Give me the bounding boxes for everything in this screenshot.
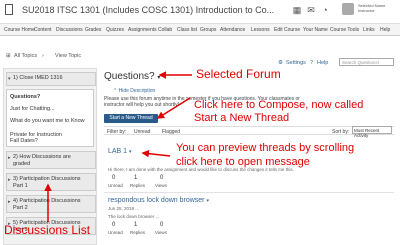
user-info[interactable]: Selected Name Instructor — [358, 3, 385, 13]
hide-description-link[interactable]: ⌃ Hide Description — [113, 88, 155, 94]
annotation-preview-line1: You can preview threads by scrolling — [176, 142, 355, 154]
topic-item-questions[interactable]: Questions? — [10, 94, 40, 100]
thread-replies-label: Replies — [130, 183, 146, 188]
thread-preview: The lock down browser ... — [108, 214, 160, 219]
nav-item-content[interactable]: Content — [34, 24, 52, 35]
nav-item-lessons[interactable]: Lessons — [251, 24, 270, 35]
filter-unread[interactable]: Unread — [134, 129, 150, 135]
nav-item-attendance[interactable]: Attendance — [220, 24, 246, 35]
annotation-discussions-list: Discussions List — [4, 223, 91, 237]
avatar[interactable] — [342, 3, 354, 15]
nav-item-help[interactable]: Help — [380, 24, 392, 35]
thread-title-text: respondous lock down browser — [108, 197, 205, 204]
filter-by-label: Filter by: — [107, 129, 127, 135]
thread-divider — [104, 192, 394, 193]
category-label: 1) Close IMED 1316 — [13, 75, 63, 81]
chevron-down-icon[interactable]: ▾ — [206, 198, 209, 204]
expand-icon[interactable]: ▸ — [8, 177, 11, 183]
course-title[interactable]: SU2018 ITSC 1301 (Includes COSC 1301) In… — [22, 5, 274, 15]
breadcrumb-view-topic[interactable]: View Topic — [55, 53, 81, 59]
settings-icon[interactable]: ⚙ — [278, 60, 283, 66]
arrow-preview — [141, 149, 171, 158]
nav-item-discussions[interactable]: Discussions — [56, 24, 83, 35]
thread-replies-label: Replies — [130, 230, 146, 235]
breadcrumb-all-topics-icon[interactable]: ⊞ — [6, 53, 11, 59]
help-link[interactable]: Help — [317, 60, 328, 66]
thread-title[interactable]: respondous lock down browser ▾ — [108, 197, 209, 204]
nav-item-assignments[interactable]: Assignments — [128, 24, 157, 35]
thread-meta: Jun 25, 2018 ... — [108, 206, 140, 211]
chevron-down-icon[interactable]: ▾ — [129, 149, 132, 155]
user-role: Instructor — [358, 8, 375, 13]
nav-item-links[interactable]: Links — [363, 24, 375, 35]
topic-item-know[interactable]: What do you want me to Know — [10, 118, 85, 124]
help-icon[interactable]: ? — [310, 60, 313, 66]
filter-flagged[interactable]: Flagged — [162, 129, 180, 135]
chevron-down-icon[interactable]: ▾ — [157, 75, 160, 81]
search-input[interactable]: Search Questions! — [339, 58, 394, 66]
expand-icon[interactable]: ▸ — [8, 199, 11, 205]
message-icon[interactable]: ✉ — [306, 5, 316, 15]
annotation-compose-line2: Start a New Thread — [194, 112, 290, 124]
forum-title-text: Questions? — [104, 71, 155, 82]
thread-replies-count: 1 — [134, 222, 138, 228]
nav-item-your-name[interactable]: Your Name — [303, 24, 328, 35]
nav-item-edit-course[interactable]: Edit Course — [274, 24, 300, 35]
annotation-compose-line1: Click here to Compose, now called — [194, 99, 364, 111]
topic-list: Questions? Just for Chatting... What do … — [6, 89, 94, 147]
thread-views-label: Views — [155, 230, 167, 235]
sidebar-category-4[interactable]: ▸ 4) Participation Discussions Part 2 — [6, 195, 96, 213]
discussions-sidebar: ▾ 1) Close IMED 1316 Questions? Just for… — [3, 68, 97, 245]
breadcrumb-all-topics[interactable]: All Topics — [14, 53, 37, 59]
nav-item-course-home[interactable]: Course Home — [4, 24, 35, 35]
category-label: 2) How Discussions are graded — [13, 154, 71, 167]
annotation-selected-forum: Selected Forum — [196, 67, 281, 81]
sidebar-category-3[interactable]: ▸ 3) Participation Discussions Part 1 — [6, 173, 96, 191]
sidebar-category-2[interactable]: ▸ 2) How Discussions are graded — [6, 151, 96, 169]
expand-icon[interactable]: ▸ — [8, 155, 11, 161]
thread-views-count: 0 — [160, 222, 164, 228]
course-navbar: Course Home Content Discussions Grades Q… — [0, 24, 400, 36]
forum-title[interactable]: Questions? ▾ — [104, 71, 160, 82]
sort-select[interactable]: Most Recent Activity — [352, 126, 392, 138]
topic-item-private[interactable]: Private for Instruction Fall Dates? — [10, 132, 70, 144]
nav-item-classlist[interactable]: Class list — [177, 24, 197, 35]
settings-link[interactable]: Settings — [286, 60, 306, 66]
nav-item-groups[interactable]: Groups — [200, 24, 216, 35]
breadcrumb-separator-icon: › — [42, 53, 44, 59]
sort-by-label: Sort by: — [332, 129, 350, 135]
notification-icon[interactable]: ◔ — [320, 5, 330, 15]
menu-icon[interactable] — [5, 4, 13, 15]
nav-item-grades[interactable]: Grades — [85, 24, 101, 35]
thread-unread-count: 0 — [112, 222, 116, 228]
sidebar-category-1[interactable]: ▾ 1) Close IMED 1316 — [6, 72, 96, 86]
hide-description-label: Hide Description — [118, 88, 156, 94]
thread-unread-count: 0 — [112, 175, 116, 181]
nav-item-collab[interactable]: Collab — [158, 24, 172, 35]
thread-views-label: Views — [155, 183, 167, 188]
nav-item-course-tools[interactable]: Course Tools — [330, 24, 359, 35]
category-label: 3) Participation Discussions Part 1 — [13, 176, 81, 189]
annotation-preview-line2: click here to open message — [176, 156, 310, 168]
thread-replies-count: 1 — [134, 175, 138, 181]
thread-unread-label: Unread — [108, 183, 123, 188]
start-new-thread-button[interactable]: Start a New Thread — [104, 114, 158, 123]
thread-title-text: LAB 1 — [108, 148, 128, 155]
thread-title[interactable]: LAB 1 ▾ — [108, 148, 132, 155]
nav-item-quizzes[interactable]: Quizzes — [106, 24, 124, 35]
collapse-icon[interactable]: ▾ — [8, 76, 11, 82]
category-label: 4) Participation Discussions Part 2 — [13, 198, 81, 211]
grid-icon[interactable]: ▦ — [292, 5, 302, 15]
thread-views-count: 0 — [160, 175, 164, 181]
thread-unread-label: Unread — [108, 230, 123, 235]
filter-bar: Filter by: Unread Flagged Sort by: — [104, 126, 394, 135]
topic-item-chatting[interactable]: Just for Chatting... — [10, 106, 55, 112]
app-header: SU2018 ITSC 1301 (Includes COSC 1301) In… — [0, 0, 400, 24]
